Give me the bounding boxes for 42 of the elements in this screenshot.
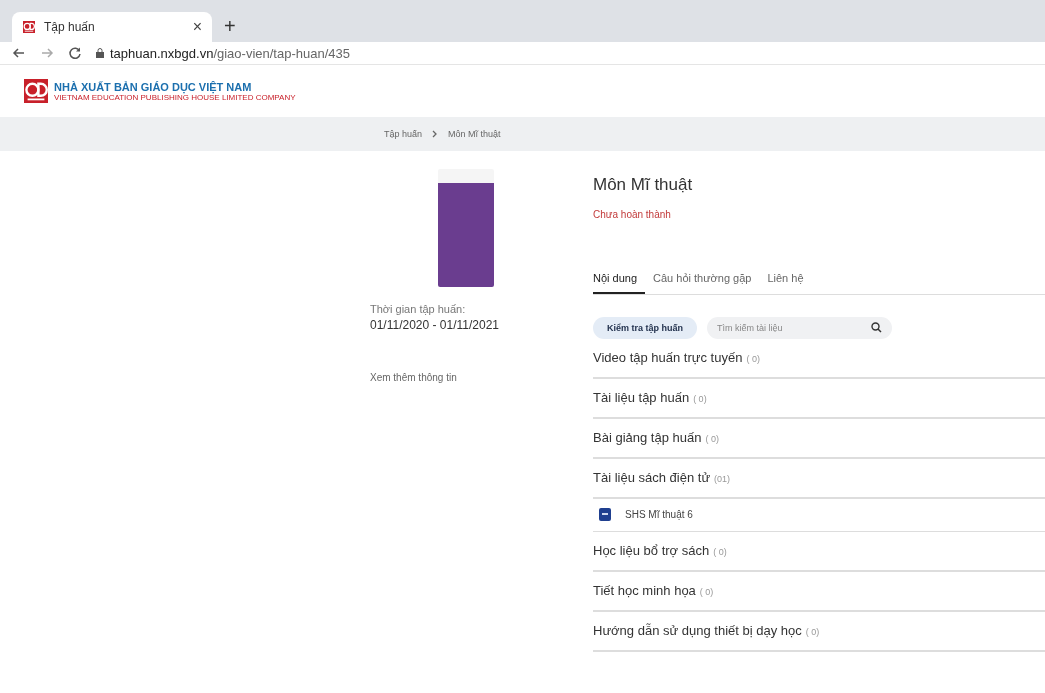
section-title[interactable]: Tài liệu sách điện tử bbox=[593, 470, 711, 485]
section-count: ( 0) bbox=[693, 394, 707, 404]
section-title[interactable]: Hướng dẫn sử dụng thiết bị dạy học bbox=[593, 623, 802, 638]
search-icon[interactable] bbox=[871, 322, 882, 333]
browser-tab[interactable]: Tập huấn × bbox=[12, 12, 212, 42]
check-training-button[interactable]: Kiểm tra tập huấn bbox=[593, 317, 697, 339]
section-count: ( 0) bbox=[713, 547, 727, 557]
section-title[interactable]: Video tập huấn trực tuyến bbox=[593, 350, 743, 365]
content-tab[interactable]: Nội dung bbox=[593, 272, 646, 294]
document-link[interactable]: SHS Mĩ thuật 6 bbox=[625, 509, 693, 520]
content-tab[interactable]: Liên hệ bbox=[759, 272, 812, 294]
course-title: Môn Mĩ thuật bbox=[593, 175, 694, 195]
publisher-name: NHÀ XUẤT BẢN GIÁO DỤC VIỆT NAM bbox=[54, 80, 253, 93]
new-tab-button[interactable]: + bbox=[224, 15, 236, 38]
chevron-icon bbox=[432, 130, 439, 138]
close-tab-button[interactable]: × bbox=[192, 18, 202, 36]
lock-icon bbox=[96, 48, 104, 58]
publisher-subtitle: VIETNAM EDUCATION PUBLISHING HOUSE LIMITED COMPANY bbox=[54, 92, 296, 102]
section-count: (01) bbox=[714, 474, 731, 484]
content-tab[interactable]: Câu hỏi thường gặp bbox=[645, 272, 760, 294]
back-icon[interactable] bbox=[12, 46, 26, 60]
document-icon bbox=[599, 508, 611, 521]
reload-icon[interactable] bbox=[68, 46, 82, 60]
section-title[interactable]: Bài giảng tập huấn bbox=[593, 430, 702, 445]
section-title[interactable]: Tiết học minh họa bbox=[593, 583, 696, 598]
training-period-label: Thời gian tập huấn: bbox=[370, 303, 467, 315]
section-title[interactable]: Học liệu bổ trợ sách bbox=[593, 543, 710, 558]
breadcrumb-link[interactable]: Tập huấn bbox=[384, 129, 423, 139]
publisher-logo-icon bbox=[24, 79, 48, 103]
section-count: ( 0) bbox=[805, 627, 820, 637]
completion-status: Chưa hoàn thành bbox=[593, 209, 672, 220]
section-count: ( 0) bbox=[705, 434, 719, 444]
breadcrumb-link[interactable]: Môn Mĩ thuật bbox=[448, 129, 501, 139]
more-info-link[interactable]: Xem thêm thông tin bbox=[370, 372, 593, 383]
section-count: ( 0) bbox=[746, 354, 760, 364]
search-field[interactable]: Tìm kiếm tài liệu bbox=[707, 317, 892, 339]
section-count: ( 0) bbox=[699, 587, 714, 597]
section-title[interactable]: Tài liệu tập huấn bbox=[593, 390, 690, 405]
url-text[interactable]: taphuan.nxbgd.vn/giao-vien/tap-huan/435 bbox=[110, 45, 350, 61]
site-favicon-icon bbox=[22, 21, 36, 33]
training-period-value: 01/11/2020 - 01/11/2021 bbox=[370, 318, 500, 332]
tab-title: Tập huấn bbox=[44, 20, 96, 34]
